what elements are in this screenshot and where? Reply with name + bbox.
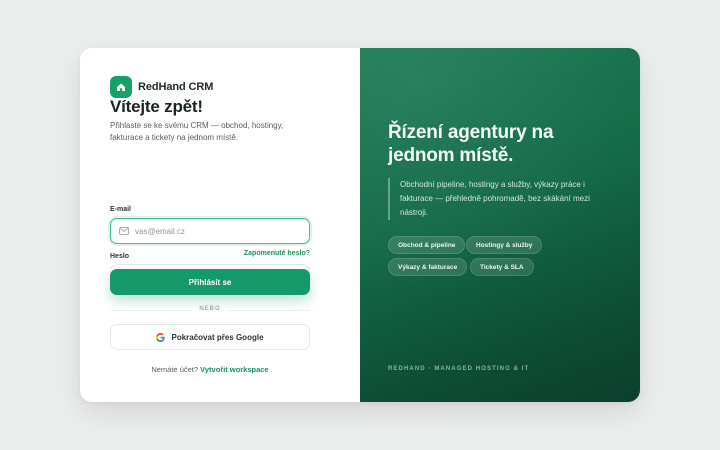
feature-chip: Obchod & pipeline [388, 236, 466, 254]
login-panel: RedHand CRM Vítejte zpět! Přihlaste se k… [80, 48, 360, 402]
feature-chip: Hostingy & služby [466, 236, 543, 254]
email-input[interactable] [135, 226, 285, 236]
feature-chip: Tickety & SLA [470, 258, 534, 276]
login-card: RedHand CRM Vítejte zpět! Přihlaste se k… [80, 48, 640, 402]
signup-prompt: Nemáte účet? Vytvořit workspace [110, 365, 310, 374]
signup-prompt-text: Nemáte účet? [151, 365, 199, 374]
create-workspace-link[interactable]: Vytvořit workspace [200, 365, 269, 374]
email-label: E-mail [110, 206, 132, 213]
home-icon [110, 76, 132, 98]
google-icon [156, 332, 166, 342]
feature-chip: Výkazy & fakturace [388, 258, 468, 276]
google-login-button[interactable]: Pokračovat přes Google [110, 324, 310, 350]
promo-headline: Řízení agentury na jednom místě. [388, 122, 554, 166]
google-button-label: Pokračovat přes Google [171, 332, 264, 342]
divider: NEBO [110, 305, 310, 315]
promo-description: Obchodní pipeline, hostingy a služby, vý… [388, 178, 618, 220]
email-field[interactable] [110, 218, 310, 244]
promo-panel: Řízení agentury na jednom místě. Obchodn… [360, 48, 640, 402]
mail-icon [119, 227, 129, 235]
forgot-password-link[interactable]: Zapomenuté heslo? [110, 250, 310, 257]
divider-line-right [228, 310, 310, 311]
page-subtitle: Přihlaste se ke svému CRM — obchod, host… [110, 121, 284, 142]
page-title: Vítejte zpět! [110, 97, 203, 116]
brand: RedHand CRM [110, 76, 213, 98]
brand-name: RedHand CRM [138, 81, 214, 93]
login-button[interactable]: Přihlásit se [110, 269, 310, 295]
promo-footer: REDHAND · MANAGED HOSTING & IT [388, 366, 530, 372]
divider-label: NEBO [199, 306, 221, 312]
